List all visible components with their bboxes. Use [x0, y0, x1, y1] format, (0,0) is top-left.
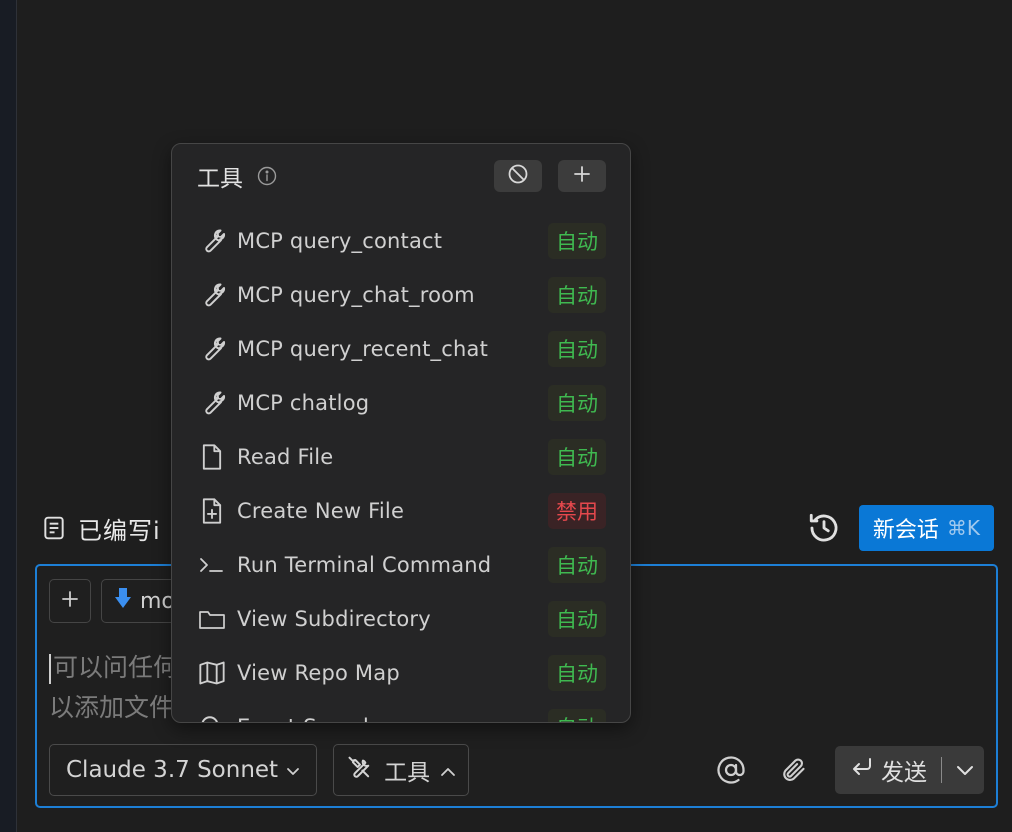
tool-name: MCP query_recent_chat	[237, 337, 489, 361]
wrench-icon	[197, 388, 227, 418]
enter-icon	[851, 757, 873, 783]
file-plus-icon	[197, 496, 227, 526]
arrow-down-icon	[114, 587, 132, 615]
tool-item[interactable]: View Repo Map 自动	[197, 646, 606, 700]
terminal-icon	[197, 550, 227, 580]
search-icon	[197, 712, 227, 722]
placeholder-line2: 以添加文件	[49, 693, 175, 722]
chat-title: 已编写i	[78, 516, 161, 545]
app-window: 已编写i 新会话 ⌘K mo 可以问任何问题，@ 以添加文件 Claude 3.…	[0, 0, 1012, 832]
send-button[interactable]: 发送	[835, 746, 984, 794]
disable-all-button[interactable]	[494, 160, 542, 192]
model-label: Claude 3.7 Sonnet	[66, 757, 279, 783]
tool-name: Create New File	[237, 499, 405, 523]
tool-name: MCP query_contact	[237, 229, 443, 253]
tool-item[interactable]: MCP query_recent_chat 自动	[197, 322, 606, 376]
tool-item[interactable]: MCP chatlog 自动	[197, 376, 606, 430]
tool-name: MCP query_chat_room	[237, 283, 475, 307]
tool-item[interactable]: Read File 自动	[197, 430, 606, 484]
model-selector[interactable]: Claude 3.7 Sonnet	[49, 744, 318, 796]
wrench-icon	[197, 226, 227, 256]
tool-name: Run Terminal Command	[237, 553, 492, 577]
document-icon	[40, 514, 68, 542]
tools-icon	[346, 753, 374, 787]
chevron-down-icon	[286, 757, 300, 783]
wrench-icon	[197, 334, 227, 364]
tool-status-badge[interactable]: 禁用	[548, 493, 606, 529]
add-context-button[interactable]	[49, 579, 91, 623]
tool-list: MCP query_contact 自动 MCP query_chat_room…	[197, 214, 606, 722]
plus-icon	[61, 590, 79, 612]
tools-label: 工具	[384, 760, 431, 786]
tool-item[interactable]: MCP query_chat_room 自动	[197, 268, 606, 322]
tool-item[interactable]: View Subdirectory 自动	[197, 592, 606, 646]
composer-toolbar: Claude 3.7 Sonnet 工具 发送	[49, 744, 984, 796]
tool-status-badge[interactable]: 自动	[548, 601, 606, 637]
send-label: 发送	[881, 760, 927, 786]
tool-status-badge[interactable]: 自动	[548, 223, 606, 259]
tool-status-badge[interactable]: 自动	[548, 709, 606, 722]
info-icon[interactable]	[257, 166, 277, 186]
send-options-chevron-icon[interactable]	[956, 757, 974, 783]
popover-header: 工具	[197, 160, 606, 192]
new-chat-shortcut: ⌘K	[946, 516, 980, 540]
new-chat-button[interactable]: 新会话 ⌘K	[858, 505, 994, 551]
tool-status-badge[interactable]: 自动	[548, 655, 606, 691]
tool-name: Read File	[237, 445, 334, 469]
tool-status-badge[interactable]: 自动	[548, 385, 606, 421]
context-row: mo	[49, 579, 188, 623]
header-actions: 新会话 ⌘K	[807, 505, 994, 551]
composer-actions: 发送	[711, 746, 984, 794]
tool-status-badge[interactable]: 自动	[548, 547, 606, 583]
folder-icon	[197, 604, 227, 634]
tool-status-badge[interactable]: 自动	[548, 277, 606, 313]
tool-name: MCP chatlog	[237, 391, 370, 415]
tool-name: View Repo Map	[237, 661, 400, 685]
popover-title: 工具	[197, 166, 243, 192]
paperclip-icon[interactable]	[773, 750, 813, 790]
tool-item[interactable]: MCP query_contact 自动	[197, 214, 606, 268]
block-icon	[507, 163, 529, 189]
add-tool-button[interactable]	[558, 160, 606, 192]
tool-item[interactable]: Exact Search 自动	[197, 700, 606, 722]
popover-actions	[494, 160, 606, 192]
tool-status-badge[interactable]: 自动	[548, 331, 606, 367]
tool-status-badge[interactable]: 自动	[548, 439, 606, 475]
text-caret	[49, 654, 51, 684]
wrench-icon	[197, 280, 227, 310]
history-icon[interactable]	[807, 511, 841, 545]
file-icon	[197, 442, 227, 472]
left-edge-panel	[0, 0, 17, 832]
tool-name: Exact Search	[237, 715, 377, 722]
tool-item[interactable]: Create New File 禁用	[197, 484, 606, 538]
context-chip-label: mo	[140, 588, 175, 614]
map-icon	[197, 658, 227, 688]
mention-icon[interactable]	[711, 750, 751, 790]
plus-icon	[573, 165, 591, 187]
tools-button[interactable]: 工具	[333, 744, 470, 796]
new-chat-label: 新会话	[872, 518, 939, 543]
send-divider	[941, 757, 942, 783]
tool-name: View Subdirectory	[237, 607, 431, 631]
tools-popover: 工具 MCP query_contact 自动 MCP query_chat_r…	[171, 143, 631, 723]
chevron-up-icon	[440, 757, 456, 783]
tool-item[interactable]: Run Terminal Command 自动	[197, 538, 606, 592]
